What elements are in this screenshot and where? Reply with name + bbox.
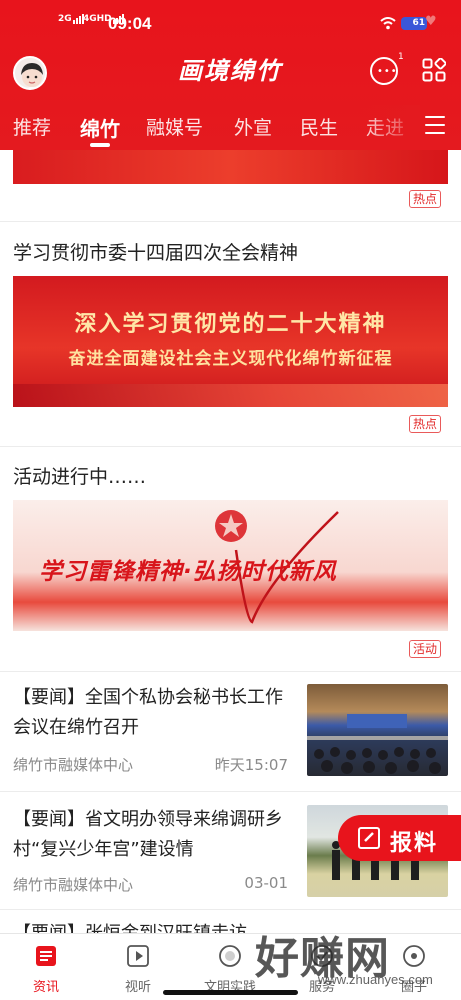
news-time: 03-01: [244, 874, 288, 892]
tab-mianzhu[interactable]: 绵竹: [80, 113, 120, 142]
network-type-label: 2G: [58, 14, 72, 24]
hot-tag: 热点: [409, 190, 442, 208]
card-title[interactable]: 活动进行中……: [13, 462, 146, 489]
tab-media-account[interactable]: 融媒号: [146, 113, 203, 140]
activity-tag: 活动: [409, 640, 442, 658]
divider: [0, 446, 461, 447]
app-logo: 画境绵竹: [178, 56, 282, 85]
status-bar: 2G 4GHD 09:04 61 ♥: [0, 0, 461, 50]
heart-icon: ♥: [425, 14, 437, 29]
banner-headline: 深入学习贯彻党的二十大精神: [74, 311, 387, 337]
news-item[interactable]: 【要闻】全国个私协会秘书长工作会议在绵竹召开 绵竹市融媒体中心 昨天15:07: [0, 671, 461, 791]
news-icon: [36, 946, 56, 966]
news-title: 【要闻】省文明办领导来绵调研乡村“复兴少年宫”建设情: [13, 809, 283, 860]
channel-menu-icon[interactable]: [425, 116, 445, 134]
avatar[interactable]: [13, 56, 47, 90]
app-header: 2G 4GHD 09:04 61 ♥ 画境绵竹 ••• 1 推荐 绵竹 融媒号 …: [0, 0, 461, 150]
top-banner-image[interactable]: [13, 150, 448, 184]
app-grid-icon[interactable]: [422, 58, 446, 82]
tab-publicity[interactable]: 外宣: [234, 113, 272, 140]
news-time: 昨天15:07: [214, 756, 288, 774]
banner-slogan: 学习雷锋精神·弘扬时代新风: [39, 559, 337, 585]
tab-livelihood[interactable]: 民生: [300, 113, 338, 140]
report-button[interactable]: 报料: [338, 815, 461, 861]
hot-tag: 热点: [409, 415, 442, 433]
watermark-url: www.zhuanyes.com: [318, 972, 433, 987]
news-thumbnail: [307, 684, 448, 776]
banner-ribbon-decoration: [13, 384, 448, 407]
message-count-badge: 1: [398, 52, 404, 62]
tabs-fade: [360, 105, 420, 145]
conference-photo: [307, 714, 448, 774]
nav-video[interactable]: 视听: [92, 940, 184, 996]
site-watermark: 好赚网 www.zhuanyes.com: [250, 922, 461, 1000]
card-title[interactable]: 学习贯彻市委十四届四次全会精神: [13, 238, 298, 265]
active-tab-indicator: [90, 143, 110, 147]
party-congress-banner[interactable]: 深入学习贯彻党的二十大精神 奋进全面建设社会主义现代化绵竹新征程: [13, 276, 448, 407]
lei-feng-banner[interactable]: 学习雷锋精神·弘扬时代新风: [13, 500, 448, 631]
nav-news[interactable]: 资讯: [0, 940, 92, 996]
chat-bubble-icon: •••: [377, 66, 398, 77]
signal-indicator-1: 2G: [58, 14, 85, 24]
news-source: 绵竹市融媒体中心: [13, 876, 134, 894]
divider: [0, 221, 461, 222]
home-indicator[interactable]: [163, 990, 298, 995]
news-source: 绵竹市融媒体中心: [13, 756, 134, 774]
nav-label: 资讯: [32, 980, 59, 995]
civilization-icon: [219, 945, 241, 967]
wifi-icon: [380, 17, 396, 30]
banner-subheadline: 奋进全面建设社会主义现代化绵竹新征程: [68, 349, 393, 369]
message-button[interactable]: •••: [370, 57, 398, 85]
tab-recommend[interactable]: 推荐: [13, 113, 51, 140]
battery-icon: 61: [401, 17, 427, 30]
clock: 09:04: [108, 14, 152, 33]
edit-icon: [358, 827, 380, 849]
top-bar: 画境绵竹 ••• 1: [0, 50, 461, 100]
report-label: 报料: [390, 831, 439, 856]
play-icon: [127, 945, 149, 967]
news-title: 【要闻】全国个私协会秘书长工作会议在绵竹召开: [13, 687, 283, 738]
user-avatar-icon: [21, 63, 43, 88]
